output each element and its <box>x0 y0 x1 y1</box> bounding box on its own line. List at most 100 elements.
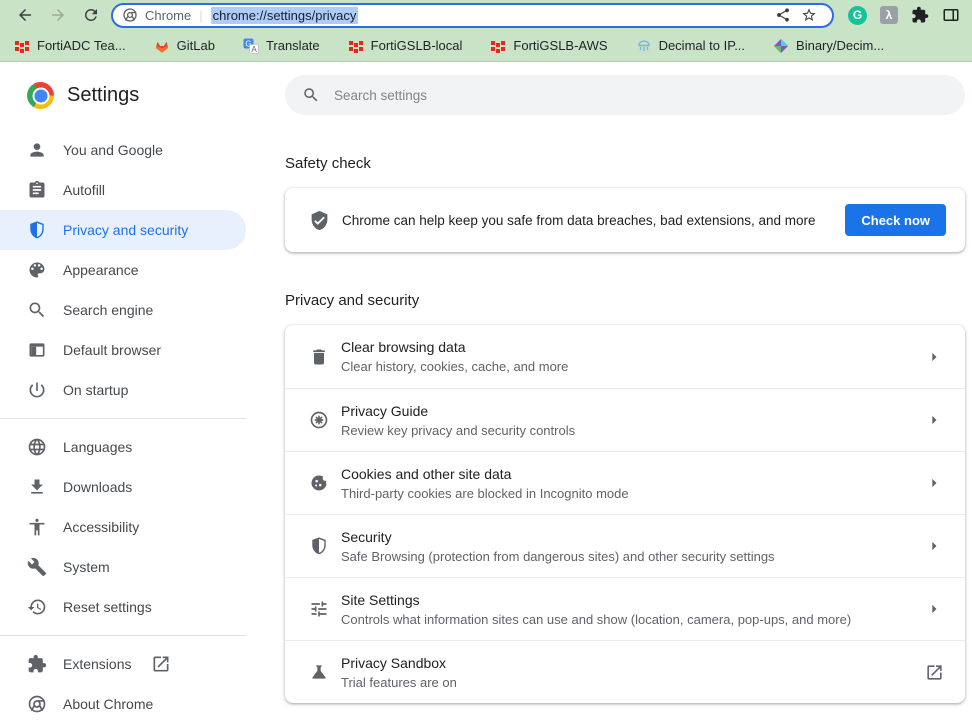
settings-sidebar: Settings You and Google Autofill Privacy… <box>0 62 246 722</box>
row-subtitle: Controls what information sites can use … <box>341 611 852 627</box>
sidebar-item-label: Downloads <box>63 479 133 495</box>
row-title: Site Settings <box>341 591 420 608</box>
globe-icon <box>28 438 46 456</box>
settings-content: Safety check Chrome can help keep you sa… <box>246 62 972 722</box>
tune-icon <box>311 601 327 617</box>
open-in-new-icon <box>926 664 942 680</box>
bookmark-label: FortiADC Tea... <box>37 38 126 53</box>
binary-favicon <box>774 38 789 53</box>
sidebar-item-you-and-google[interactable]: You and Google <box>0 130 246 170</box>
browser-toolbar: Chrome | chrome://settings/privacy G λ <box>0 0 972 30</box>
svg-text:A: A <box>251 45 257 54</box>
safety-check-card: Chrome can help keep you safe from data … <box>285 188 965 252</box>
share-icon <box>777 8 789 22</box>
bookmark-star-button[interactable] <box>796 4 822 26</box>
row-title: Privacy Guide <box>341 402 429 419</box>
palette-icon <box>29 262 45 278</box>
sidebar-item-label: Reset settings <box>63 599 152 615</box>
back-button[interactable] <box>8 1 41 29</box>
sidebar-item-appearance[interactable]: Appearance <box>0 250 246 290</box>
bookmark-binary-decimal[interactable]: Binary/Decim... <box>773 38 884 54</box>
fortinet-favicon <box>348 40 363 53</box>
accessibility-icon <box>29 518 45 536</box>
sidebar-item-on-startup[interactable]: On startup <box>0 370 246 410</box>
sidebar-item-label: About Chrome <box>63 696 154 712</box>
bookmark-decimal-to-ip[interactable]: Decimal to IP... <box>636 38 745 54</box>
browser-window-icon <box>29 343 45 357</box>
sidebar-item-label: Privacy and security <box>63 222 189 238</box>
gray-extension-icon[interactable]: λ <box>880 6 898 24</box>
sidebar-item-system[interactable]: System <box>0 547 246 587</box>
chevron-right-icon <box>932 478 937 488</box>
sidebar-item-label: Autofill <box>63 182 106 198</box>
sidebar-item-label: Default browser <box>63 342 162 358</box>
search-icon <box>29 302 45 318</box>
autofill-icon <box>29 180 45 198</box>
star-icon <box>802 8 816 21</box>
settings-search[interactable] <box>285 75 965 115</box>
power-icon <box>29 382 45 398</box>
sidebar-item-downloads[interactable]: Downloads <box>0 467 246 507</box>
url-text-selected[interactable]: chrome://settings/privacy <box>210 6 359 24</box>
trash-icon <box>313 349 325 364</box>
sidebar-item-reset-settings[interactable]: Reset settings <box>0 587 246 627</box>
puzzle-icon <box>28 654 47 673</box>
bookmark-label: Decimal to IP... <box>658 38 746 53</box>
row-title: Cookies and other site data <box>341 465 512 482</box>
safety-check-message: Chrome can help keep you safe from data … <box>342 212 816 228</box>
address-bar[interactable]: Chrome | chrome://settings/privacy <box>111 2 834 28</box>
back-icon <box>18 9 31 21</box>
settings-brand: Settings <box>0 62 246 130</box>
sidebar-divider <box>0 418 246 419</box>
chrome-outline-icon <box>28 695 46 713</box>
bookmark-fortigslb-local[interactable]: FortiGSLB-local <box>348 38 462 54</box>
open-in-new-icon <box>153 656 169 672</box>
sidebar-item-default-browser[interactable]: Default browser <box>0 330 246 370</box>
sidebar-item-extensions[interactable]: Extensions <box>0 644 246 684</box>
download-icon <box>31 479 43 494</box>
row-privacy-guide[interactable]: Privacy Guide Review key privacy and sec… <box>285 388 965 451</box>
bookmark-translate[interactable]: GA Translate <box>243 38 320 54</box>
share-button[interactable] <box>770 4 796 26</box>
sidebar-item-label: You and Google <box>63 142 163 158</box>
check-now-button[interactable]: Check now <box>845 204 946 236</box>
extensions-puzzle-icon[interactable] <box>911 6 929 24</box>
bookmark-label: Binary/Decim... <box>796 38 885 53</box>
fortinet-favicon <box>15 40 29 53</box>
row-subtitle: Review key privacy and security controls <box>341 422 576 438</box>
chevron-right-icon <box>932 604 937 614</box>
sidebar-item-search-engine[interactable]: Search engine <box>0 290 246 330</box>
bookmark-gitlab[interactable]: GitLab <box>154 38 215 54</box>
sidebar-item-languages[interactable]: Languages <box>0 427 246 467</box>
row-title: Privacy Sandbox <box>341 654 447 671</box>
sidebar-item-accessibility[interactable]: Accessibility <box>0 507 246 547</box>
row-privacy-sandbox[interactable]: Privacy Sandbox Trial features are on <box>285 640 965 703</box>
side-panel-icon[interactable] <box>942 6 960 24</box>
wrench-icon <box>27 557 47 577</box>
row-cookies[interactable]: Cookies and other site data Third-party … <box>285 451 965 514</box>
sidebar-item-about-chrome[interactable]: About Chrome <box>0 684 246 722</box>
sidebar-item-label: Accessibility <box>63 519 140 535</box>
refresh-button[interactable] <box>74 1 107 29</box>
fortinet-favicon <box>491 40 506 53</box>
bookmark-label: GitLab <box>176 38 215 53</box>
gitlab-favicon <box>155 41 168 53</box>
bookmark-fortiadc[interactable]: FortiADC Tea... <box>14 38 126 54</box>
row-title: Clear browsing data <box>341 339 466 355</box>
forward-button[interactable] <box>41 1 74 29</box>
extension-icons: G λ <box>848 5 960 25</box>
row-clear-browsing-data[interactable]: Clear browsing data Clear history, cooki… <box>285 325 965 388</box>
sidebar-item-privacy-and-security[interactable]: Privacy and security <box>0 210 246 250</box>
row-subtitle: Third-party cookies are blocked in Incog… <box>341 485 629 501</box>
privacy-guide-icon <box>310 411 328 429</box>
row-site-settings[interactable]: Site Settings Controls what information … <box>285 577 965 640</box>
search-input[interactable] <box>334 87 959 103</box>
sidebar-item-autofill[interactable]: Autofill <box>0 170 246 210</box>
bookmark-fortigslb-aws[interactable]: FortiGSLB-AWS <box>490 38 608 54</box>
chevron-right-icon <box>932 352 937 361</box>
sidebar-item-label: Languages <box>63 439 133 455</box>
chrome-logo-icon <box>27 82 54 109</box>
grammarly-extension-icon[interactable]: G <box>848 5 867 25</box>
refresh-icon <box>84 8 97 21</box>
row-security[interactable]: Security Safe Browsing (protection from … <box>285 514 965 577</box>
